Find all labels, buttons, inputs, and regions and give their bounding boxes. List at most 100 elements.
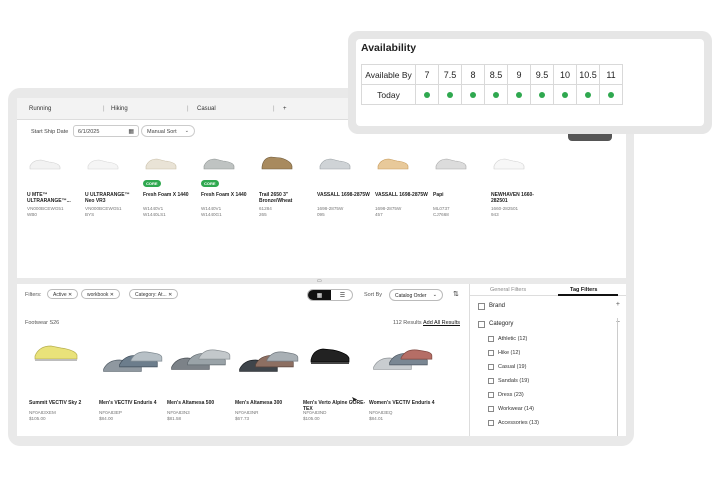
tab-hiking[interactable]: Hiking: [111, 106, 128, 112]
grid-view-icon[interactable]: ▦: [308, 290, 331, 300]
view-toggle: ▦ ☰: [307, 289, 353, 301]
product-name: Men's Altamesa 300: [235, 400, 283, 406]
panel-scrollbar[interactable]: [617, 318, 618, 436]
availability-popup: Availability Available By 7 7.5 8 8.5 9 …: [348, 31, 712, 134]
product-sku: NF0A83N3 $81.58: [167, 410, 190, 421]
product-sku: NF0A83NR $67.73: [235, 410, 259, 421]
add-tab-button[interactable]: +: [283, 106, 287, 112]
product-sku: 61284 265: [259, 206, 272, 217]
add-all-results-link[interactable]: Add All Results: [423, 320, 460, 326]
product-name: U MTE™ ULTRARANGE™...: [27, 192, 71, 204]
checkbox[interactable]: [478, 321, 485, 328]
size-cell: 8: [461, 64, 485, 85]
shoe-group-image: [103, 351, 163, 372]
category-title: Footwear S26: [25, 320, 60, 326]
sort-by-select[interactable]: Catalog Order ⌄: [389, 289, 443, 301]
availability-table: Available By 7 7.5 8 8.5 9 9.5 10 10.5 1…: [361, 64, 623, 105]
product-name: U ULTRARANGE™ Neo VR3: [85, 192, 130, 204]
availability-cell: [415, 84, 439, 105]
availability-cell: [461, 84, 485, 105]
chevron-down-icon: ⌄: [184, 128, 189, 134]
availability-cell: [507, 84, 531, 105]
filters-label: Filters:: [25, 292, 42, 298]
today-row: Today: [361, 84, 623, 105]
checkbox[interactable]: [488, 350, 494, 356]
product-sku: VN000BCEWG51 WB0: [27, 206, 64, 217]
product-sku: NF0A83XEM $105.00: [29, 410, 56, 421]
shoe-image: [203, 158, 235, 170]
product-sku: 1660-282501 943: [491, 206, 519, 217]
checkbox[interactable]: [488, 378, 494, 384]
ship-date-input[interactable]: 6/1/2025 ▦: [73, 125, 139, 137]
active-tab-indicator: [558, 294, 618, 296]
list-view-icon[interactable]: ☰: [331, 290, 352, 300]
shoe-image: [319, 158, 351, 170]
sort-direction-icon[interactable]: ⇅: [453, 290, 459, 298]
available-dot-icon: [608, 91, 614, 98]
checkbox[interactable]: [488, 392, 494, 398]
product-name: Papi: [433, 192, 444, 198]
filter-panel: General Filters Tag Filters Brand + Cate…: [469, 284, 626, 436]
available-dot-icon: [516, 91, 522, 98]
sort-select[interactable]: Manual Sort ⌄: [141, 125, 195, 137]
filter-chip[interactable]: Active ✕: [47, 289, 79, 299]
size-cell: 10: [553, 64, 577, 85]
tab-tag-filters[interactable]: Tag Filters: [570, 287, 597, 293]
close-icon[interactable]: ✕: [68, 292, 72, 298]
tab-general-filters[interactable]: General Filters: [490, 287, 526, 293]
size-cell: 11: [599, 64, 623, 85]
checkbox[interactable]: [478, 303, 485, 310]
availability-cell: [438, 84, 462, 105]
close-icon[interactable]: ✕: [110, 292, 114, 298]
chevron-down-icon: ⌄: [432, 292, 437, 298]
product-sku: NF0A83EP $84.00: [99, 410, 122, 421]
available-dot-icon: [447, 91, 453, 98]
shoe-image: [435, 158, 467, 170]
assortment-products: U MTE™ ULTRARANGE™... VN000BCEWG51 WB0 U …: [17, 142, 626, 276]
size-cell: 10.5: [576, 64, 600, 85]
product-name: Trail 2650 3" Bronze/Wheat: [259, 192, 293, 204]
product-sku: 1698-2875W 457: [375, 206, 402, 217]
filter-chip[interactable]: Category: At... ✕: [129, 289, 179, 299]
filter-chip[interactable]: workbook ✕: [81, 289, 120, 299]
expand-icon[interactable]: +: [616, 301, 620, 308]
checkbox[interactable]: [488, 364, 494, 370]
shoe-image: [145, 158, 177, 170]
availability-cell: [576, 84, 600, 105]
close-icon[interactable]: ✕: [168, 292, 172, 298]
product-sku: VN000BCEWG51 BYS: [85, 206, 122, 217]
core-badge: CORE: [143, 180, 161, 187]
checkbox[interactable]: [488, 420, 494, 426]
tab-casual[interactable]: Casual: [197, 106, 216, 112]
filter-bar: Filters: Active ✕ workbook ✕ Category: A…: [17, 286, 469, 304]
product-sku: 1698-2875W 095: [317, 206, 344, 217]
ship-date-value: 6/1/2025: [78, 129, 100, 135]
availability-cell: [530, 84, 554, 105]
shoe-group-image: [373, 349, 433, 370]
checkbox[interactable]: [488, 336, 494, 342]
product-name: VASSALL 1698-2875W: [317, 192, 370, 198]
availability-title: Availability: [361, 42, 417, 54]
calendar-icon[interactable]: ▦: [128, 128, 134, 135]
drag-handle-icon[interactable]: ▭: [317, 278, 322, 284]
size-row: Available By 7 7.5 8 8.5 9 9.5 10 10.5 1…: [361, 64, 623, 85]
product-name: Women's VECTIV Enduris 4: [369, 400, 435, 406]
sort-by-value: Catalog Order: [395, 293, 427, 299]
tab-running[interactable]: Running: [29, 106, 51, 112]
shoe-group-image: [239, 351, 299, 372]
checkbox[interactable]: [488, 406, 494, 412]
size-cell: 8.5: [484, 64, 508, 85]
shoe-image: [29, 159, 61, 170]
today-label: Today: [361, 84, 416, 105]
mouse-cursor-icon: ➤: [351, 395, 358, 404]
product-name: Men's VECTIV Enduris 4: [99, 400, 157, 406]
product-name: Men's Altamesa 500: [167, 400, 215, 406]
product-name: NEWHAVEN 1660-282501: [491, 192, 534, 204]
ship-date-label: Start Ship Date: [31, 129, 69, 135]
results-count: 112 Results: [393, 320, 422, 326]
results-header: Footwear S26 112 Results Add All Results: [17, 318, 469, 330]
catalog-products: Summit VECTIV Sky 2 NF0A83XEM $105.00 Men…: [17, 338, 469, 436]
size-cell: 9: [507, 64, 531, 85]
size-cell: 7: [415, 64, 439, 85]
available-dot-icon: [562, 91, 568, 98]
